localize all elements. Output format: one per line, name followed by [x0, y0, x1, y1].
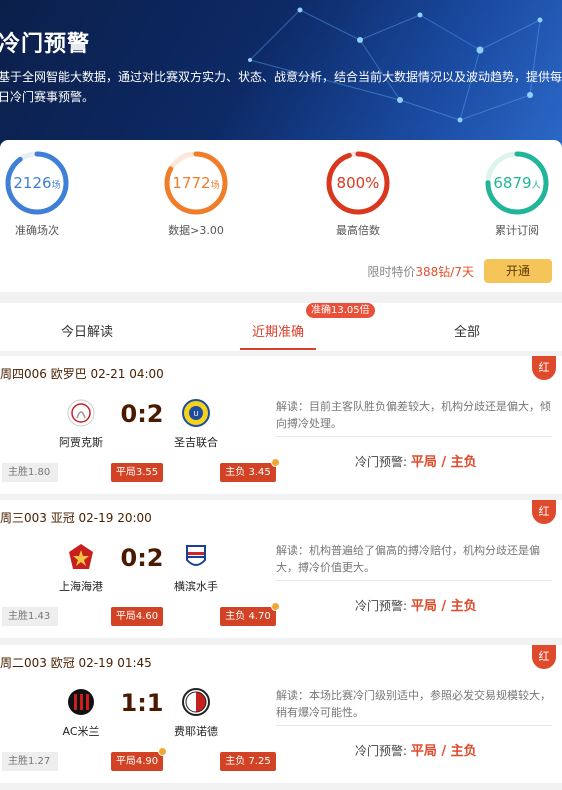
divider — [276, 725, 552, 726]
hit-marker-icon — [271, 458, 280, 467]
stat-accurate-count: 2126场 准确场次 — [0, 150, 82, 238]
upset-alert: 冷门预警: 平局 / 主负 — [355, 744, 477, 759]
home-team-name: 阿贾克斯 — [59, 436, 103, 449]
match-analysis: 解读：本场比赛冷门级别适中，参照必发交易规模较大，稍有爆冷可能性。 — [276, 689, 551, 719]
stat-value: 6879人 — [493, 174, 541, 192]
home-team: 阿贾克斯 — [51, 398, 111, 450]
tab-today[interactable]: 今日解读 — [61, 321, 113, 340]
odd-draw: 平局3.55 — [111, 463, 163, 482]
ajax-logo-icon — [66, 398, 96, 428]
stat-value: 800% — [336, 174, 380, 192]
tab-all[interactable]: 全部 — [454, 321, 480, 340]
banner-description: 基于全网智能大数据，通过对比赛双方实力、状态、战意分析，结合当前大数据情况以及波… — [0, 70, 562, 104]
stat-over-3: 1772场 数据>3.00 — [151, 150, 241, 238]
result-flag: 红 — [532, 356, 556, 380]
stat-max-multiple: 800% 最高倍数 — [313, 150, 403, 238]
match-score: 1:1 — [120, 689, 164, 717]
match-score: 0:2 — [120, 400, 164, 428]
divider — [276, 580, 552, 581]
stat-subscribers: 6879人 累计订阅 — [472, 150, 562, 238]
away-team-name: 横滨水手 — [174, 580, 218, 593]
promo-price: 388钻/7天 — [415, 265, 474, 279]
tab-bar: 今日解读 近期准确 全部 — [0, 303, 562, 351]
divider — [276, 436, 552, 437]
match-card[interactable]: 周二003 欧冠 02-19 01:45 红 AC米兰 1:1 费耶诺德 解读：… — [0, 645, 562, 783]
odd-home-win: 主胜1.43 — [2, 607, 58, 626]
result-flag: 红 — [532, 645, 556, 669]
odd-home-win: 主胜1.27 — [2, 752, 58, 771]
home-team-name: 上海海港 — [59, 580, 103, 593]
union-sg-logo-icon: U — [181, 398, 211, 428]
match-header: 周二003 欧冠 02-19 01:45 — [0, 656, 152, 670]
page-title: 冷门预警 — [0, 32, 91, 57]
stat-label: 数据>3.00 — [168, 224, 224, 237]
home-team: AC米兰 — [51, 687, 111, 739]
promo-text: 限时特价388钻/7天 — [367, 263, 474, 280]
yokohama-logo-icon — [181, 542, 211, 572]
stat-label: 准确场次 — [15, 224, 59, 237]
hit-marker-icon — [271, 602, 280, 611]
match-card[interactable]: 周四006 欧罗巴 02-21 04:00 红 阿贾克斯 0:2 U 圣吉联合 … — [0, 356, 562, 494]
match-header: 周四006 欧罗巴 02-21 04:00 — [0, 367, 164, 381]
stat-value: 1772场 — [172, 174, 220, 192]
upset-alert-value: 平局 / 主负 — [410, 744, 477, 759]
stat-label: 最高倍数 — [336, 224, 380, 237]
odd-away-win: 主负 4.70 — [220, 602, 280, 626]
odd-draw: 平局4.90 — [111, 747, 167, 771]
home-team: 上海海港 — [51, 542, 111, 594]
match-header: 周三003 亚冠 02-19 20:00 — [0, 511, 152, 525]
hit-marker-icon — [158, 747, 167, 756]
svg-text:U: U — [193, 410, 198, 418]
stats-panel: 2126场 准确场次 1772场 数据>3.00 800% 最高倍数 6879人… — [0, 140, 562, 292]
active-tab-indicator — [240, 348, 316, 350]
shanghai-port-logo-icon — [66, 542, 96, 572]
tab-recent-accurate[interactable]: 近期准确 — [252, 321, 304, 340]
match-analysis: 解读：目前主客队胜负偏差较大，机构分歧还是偏大，倾向搏冷处理。 — [276, 400, 551, 430]
upset-alert-value: 平局 / 主负 — [410, 455, 477, 470]
upset-alert: 冷门预警: 平局 / 主负 — [355, 455, 477, 470]
away-team-name: 费耶诺德 — [174, 725, 218, 738]
feyenoord-logo-icon — [181, 687, 211, 717]
odd-away-win: 主负 3.45 — [220, 458, 280, 482]
banner: 冷门预警 基于全网智能大数据，通过对比赛双方实力、状态、战意分析，结合当前大数据… — [0, 0, 562, 150]
away-team: U 圣吉联合 — [166, 398, 226, 450]
away-team: 费耶诺德 — [166, 687, 226, 739]
away-team-name: 圣吉联合 — [174, 436, 218, 449]
result-flag: 红 — [532, 500, 556, 524]
match-score: 0:2 — [120, 544, 164, 572]
odd-away-win: 主负 7.25 — [220, 752, 276, 771]
stat-label: 累计订阅 — [495, 224, 539, 237]
odd-home-win: 主胜1.80 — [2, 463, 58, 482]
ac-milan-logo-icon — [66, 687, 96, 717]
stat-value: 2126场 — [13, 174, 61, 192]
upset-alert-value: 平局 / 主负 — [410, 599, 477, 614]
subscribe-button[interactable]: 开通 — [484, 259, 552, 283]
accuracy-badge: 准确13.05倍 — [306, 303, 375, 318]
match-analysis: 解读：机构普遍给了偏高的搏冷赔付，机构分歧还是偏大，搏冷价值更大。 — [276, 544, 540, 574]
match-card[interactable]: 周三003 亚冠 02-19 20:00 红 上海海港 0:2 横滨水手 解读：… — [0, 500, 562, 638]
away-team: 横滨水手 — [166, 542, 226, 594]
odd-draw: 平局4.60 — [111, 607, 163, 626]
home-team-name: AC米兰 — [62, 725, 100, 738]
promo-prefix: 限时特价 — [367, 265, 416, 279]
upset-alert: 冷门预警: 平局 / 主负 — [355, 599, 477, 614]
